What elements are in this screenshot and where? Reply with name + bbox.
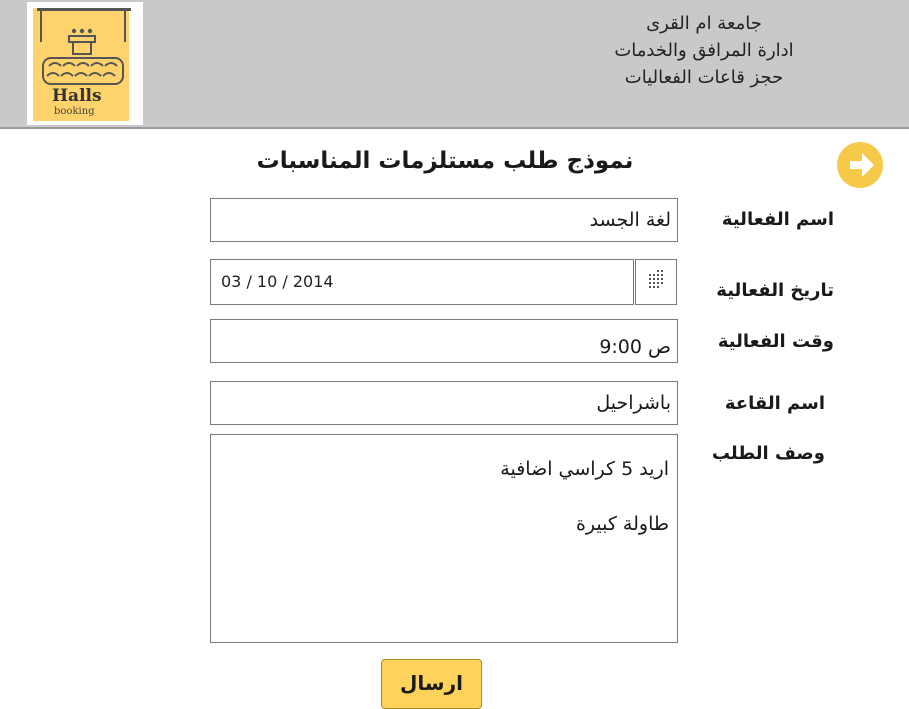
logo-subtitle: booking (54, 106, 95, 117)
event-date-value: 03 / 10 / 2014 (221, 272, 334, 291)
event-date-input[interactable]: 03 / 10 / 2014 (210, 259, 634, 305)
submit-button[interactable]: ارسال (381, 659, 482, 709)
university-name: جامعة ام القرى (646, 13, 762, 34)
event-date-label: تاريخ الفعالية (716, 280, 834, 301)
department-name: ادارة المرافق والخدمات (614, 40, 794, 61)
hall-name-input[interactable]: باشراحيل (210, 381, 678, 425)
event-time-value: ص 9:00 (599, 336, 671, 358)
event-name-input[interactable]: لغة الجسد (210, 198, 678, 242)
description-label: وصف الطلب (711, 443, 825, 464)
description-line-2: طاولة كبيرة (575, 513, 669, 535)
arrow-right-circle-icon[interactable] (835, 140, 885, 190)
halls-booking-logo: Halls booking (27, 2, 143, 125)
event-time-input[interactable]: ص 9:00 (210, 319, 678, 363)
description-textarea[interactable]: اريد 5 كراسي اضافية طاولة كبيرة (210, 434, 678, 643)
hall-name-label: اسم القاعة (724, 393, 825, 414)
logo-title: Halls (52, 86, 102, 106)
calendar-grid-icon (649, 270, 663, 288)
event-name-value: لغة الجسد (589, 209, 671, 231)
header-titles: جامعة ام القرى ادارة المرافق والخدمات حج… (544, 10, 864, 91)
app-header: Halls booking جامعة ام القرى ادارة المرا… (0, 0, 909, 129)
calendar-button[interactable] (635, 259, 677, 305)
event-time-label: وقت الفعالية (717, 331, 834, 352)
system-name: حجز قاعات الفعاليات (624, 67, 784, 88)
form-title: نموذج طلب مستلزمات المناسبات (256, 148, 634, 174)
hall-name-value: باشراحيل (596, 392, 671, 414)
description-line-1: اريد 5 كراسي اضافية (500, 458, 669, 480)
event-name-label: اسم الفعالية (721, 209, 834, 230)
